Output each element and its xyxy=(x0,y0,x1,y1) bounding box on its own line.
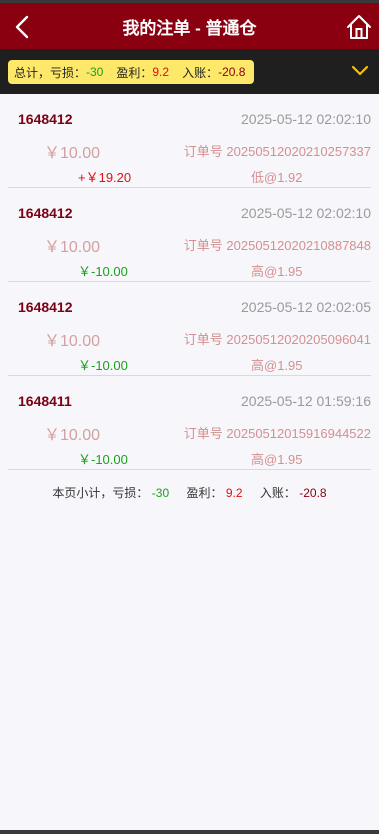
summary-bar: 总计，亏损： -30 盈利： 9.2 入账： -20.8 xyxy=(0,50,379,94)
list-item[interactable]: 1648412 2025-05-12 02:02:05 ￥10.00 订单号 2… xyxy=(8,282,371,376)
order-result: ￥-10.00 xyxy=(78,358,128,373)
order-amount: ￥10.00 xyxy=(44,427,101,444)
order-number: 订单号 20250512020210257337 xyxy=(183,144,371,159)
page-income-value: -20.8 xyxy=(299,486,327,500)
page-loss-value: -30 xyxy=(151,486,170,500)
page-title: 我的注单 - 普通仓 xyxy=(122,18,257,38)
order-time: 2025-05-12 01:59:16 xyxy=(241,393,371,409)
total-loss-value: -30 xyxy=(86,65,104,79)
order-time: 2025-05-12 02:02:10 xyxy=(241,205,371,221)
order-bet: 高@1.95 xyxy=(251,452,303,467)
chevron-down-icon[interactable] xyxy=(351,65,369,77)
order-user-id: 1648411 xyxy=(18,393,72,409)
order-amount: ￥10.00 xyxy=(44,145,101,162)
list-item[interactable]: 1648412 2025-05-12 02:02:10 ￥10.00 订单号 2… xyxy=(8,188,371,282)
page-profit-value: 9.2 xyxy=(225,486,243,500)
page-profit-label: 盈利： xyxy=(186,486,223,500)
order-number: 订单号 20250512015916944522 xyxy=(183,426,371,441)
total-summary-prefix: 总计，亏损： xyxy=(14,65,87,80)
order-list: 1648412 2025-05-12 02:02:10 ￥10.00 订单号 2… xyxy=(0,94,379,470)
page-income-label: 入账： xyxy=(259,486,296,500)
total-profit-label: 盈利： xyxy=(116,65,153,80)
order-bet: 高@1.95 xyxy=(251,358,303,373)
order-amount: ￥10.00 xyxy=(44,333,101,350)
total-income-label: 入账： xyxy=(182,65,219,80)
order-result: ￥-10.00 xyxy=(78,452,128,467)
chevron-left-icon[interactable] xyxy=(14,15,30,39)
list-item[interactable]: 1648411 2025-05-12 01:59:16 ￥10.00 订单号 2… xyxy=(8,376,371,470)
total-income-value: -20.8 xyxy=(218,65,246,79)
order-user-id: 1648412 xyxy=(18,111,73,127)
list-item[interactable]: 1648412 2025-05-12 02:02:10 ￥10.00 订单号 2… xyxy=(8,94,371,188)
app-header: 我的注单 - 普通仓 xyxy=(0,3,379,50)
order-amount: ￥10.00 xyxy=(44,239,101,256)
order-time: 2025-05-12 02:02:10 xyxy=(241,111,371,127)
order-bet: 高@1.95 xyxy=(251,264,303,279)
order-bet: 低@1.92 xyxy=(251,170,303,185)
order-number: 订单号 20250512020210887848 xyxy=(183,238,371,253)
total-profit-value: 9.2 xyxy=(152,65,170,79)
bottom-strip xyxy=(0,830,379,834)
order-result: +￥19.20 xyxy=(78,170,132,185)
page-subtotal: 本页小计，亏损： -30 盈利： 9.2 入账： -20.8 xyxy=(0,470,379,501)
order-result: ￥-10.00 xyxy=(78,264,128,279)
home-icon[interactable] xyxy=(346,14,372,40)
order-time: 2025-05-12 02:02:05 xyxy=(241,299,371,315)
order-user-id: 1648412 xyxy=(18,205,73,221)
order-user-id: 1648412 xyxy=(18,299,73,315)
page-subtotal-prefix: 本页小计，亏损： xyxy=(52,486,149,500)
order-number: 订单号 20250512020205096041 xyxy=(183,332,371,347)
total-summary-badge: 总计，亏损： -30 盈利： 9.2 入账： -20.8 xyxy=(8,60,255,84)
